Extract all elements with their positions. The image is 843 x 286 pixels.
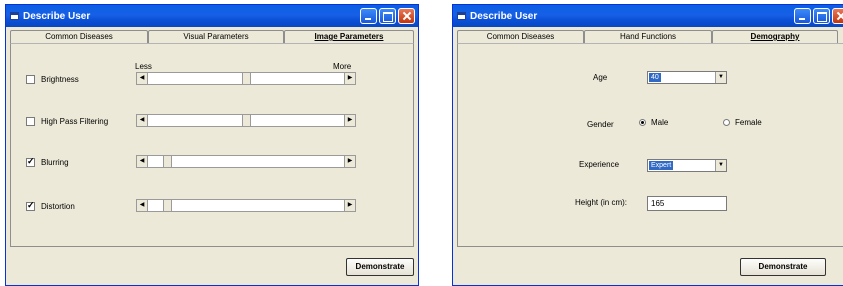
gender-male-radio[interactable]: Male [639,118,668,127]
slider-right-arrow-icon[interactable]: ▶ [344,200,355,211]
app-icon [10,12,19,20]
chevron-down-icon[interactable]: ▼ [715,72,726,83]
blurring-label: Blurring [41,158,69,167]
high-pass-filtering-row[interactable]: High Pass Filtering [26,117,108,126]
window-title: Describe User [470,10,538,22]
brightness-checkbox[interactable] [26,75,35,84]
gender-male-label: Male [651,118,669,127]
tab-visual-parameters[interactable]: Visual Parameters [148,30,284,44]
brightness-row[interactable]: Brightness [26,75,79,84]
close-button[interactable] [398,8,415,24]
tab-hand-functions[interactable]: Hand Functions [584,30,712,44]
close-button[interactable] [832,8,843,24]
distortion-row[interactable]: Distortion [26,200,75,211]
age-select[interactable]: 40 ▼ [647,71,727,84]
high-pass-filtering-slider[interactable]: ◀ ▶ [136,114,356,127]
tab-demography[interactable]: Demography [712,30,838,44]
height-input[interactable]: 165 [647,196,727,211]
slider-thumb[interactable] [163,156,172,167]
tab-image-parameters[interactable]: Image Parameters [284,30,414,44]
scale-max-label: More [333,62,352,71]
slider-left-arrow-icon[interactable]: ◀ [137,115,148,126]
gender-label: Gender [587,120,614,129]
app-icon [457,12,466,20]
radio-selected-icon[interactable] [639,119,646,126]
minimize-button[interactable] [360,8,377,24]
slider-left-arrow-icon[interactable]: ◀ [137,73,148,84]
slider-thumb[interactable] [242,115,251,126]
slider-right-arrow-icon[interactable]: ▶ [344,73,355,84]
slider-left-arrow-icon[interactable]: ◀ [137,156,148,167]
title-bar[interactable]: Describe User [6,5,418,27]
describe-user-window-left: Describe User Common Diseases Visual Par… [5,4,419,286]
demonstrate-button[interactable]: Demonstrate [740,258,826,276]
maximize-button[interactable] [813,8,830,24]
blurring-row[interactable]: Blurring [26,156,69,167]
high-pass-filtering-label: High Pass Filtering [41,117,109,126]
experience-select[interactable]: Expert ▼ [647,159,727,172]
slider-right-arrow-icon[interactable]: ▶ [344,156,355,167]
slider-left-arrow-icon[interactable]: ◀ [137,200,148,211]
slider-thumb[interactable] [242,73,251,84]
brightness-slider[interactable]: ◀ ▶ [136,72,356,85]
scale-min-label: Less [135,62,152,71]
describe-user-window-right: Describe User Common Diseases Hand Funct… [452,4,843,286]
age-label: Age [593,73,608,82]
brightness-label: Brightness [41,75,79,84]
gender-female-radio[interactable]: Female [723,118,762,127]
experience-label: Experience [579,160,620,169]
tab-common-diseases[interactable]: Common Diseases [10,30,148,44]
radio-unselected-icon[interactable] [723,119,730,126]
distortion-checkbox[interactable] [26,200,35,211]
tab-common-diseases[interactable]: Common Diseases [457,30,584,44]
slider-right-arrow-icon[interactable]: ▶ [344,115,355,126]
height-label: Height (in cm): [575,198,628,207]
slider-thumb[interactable] [163,200,172,211]
chevron-down-icon[interactable]: ▼ [715,160,726,171]
minimize-button[interactable] [794,8,811,24]
window-title: Describe User [23,10,91,22]
age-value: 40 [649,73,661,82]
demonstrate-button[interactable]: Demonstrate [346,258,414,276]
blurring-slider[interactable]: ◀ ▶ [136,155,356,168]
experience-value: Expert [649,161,674,170]
blurring-checkbox[interactable] [26,156,35,167]
maximize-button[interactable] [379,8,396,24]
high-pass-filtering-checkbox[interactable] [26,117,35,126]
gender-female-label: Female [735,118,762,127]
distortion-label: Distortion [41,202,75,211]
title-bar[interactable]: Describe User [453,5,843,27]
distortion-slider[interactable]: ◀ ▶ [136,199,356,212]
